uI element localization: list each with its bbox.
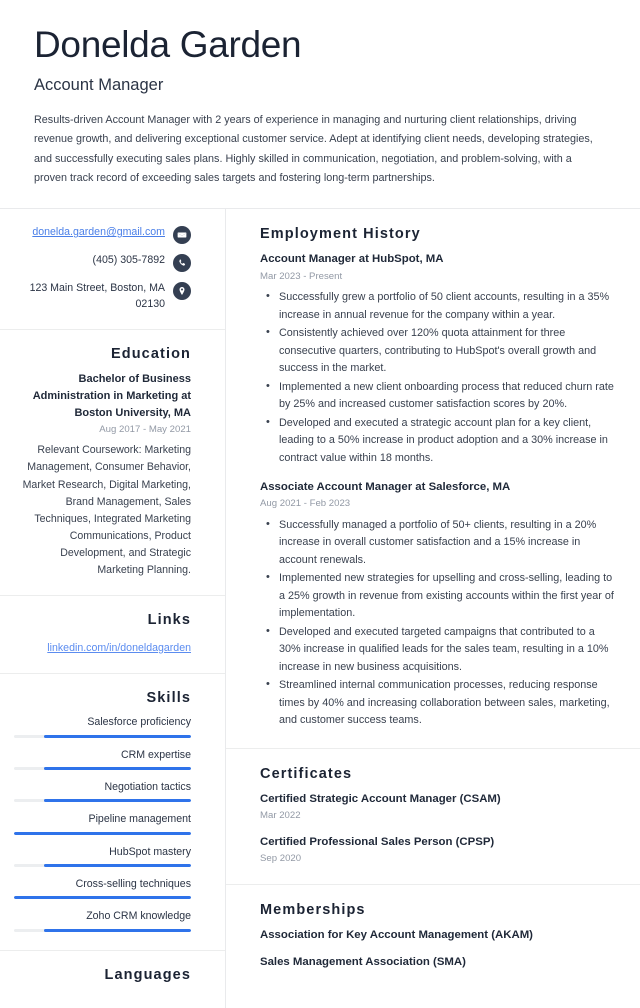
resume-body: donelda.garden@gmail.com (405) 305-7892 … (0, 209, 640, 1008)
location-pin-icon (173, 282, 191, 301)
skill-level-track (14, 928, 191, 932)
professional-summary: Results-driven Account Manager with 2 ye… (34, 114, 593, 184)
skill-level-fill (14, 831, 191, 835)
skill-item: CRM expertise (14, 748, 191, 770)
memberships-block: Memberships Association for Key Account … (226, 885, 640, 988)
skill-level-fill (44, 799, 191, 803)
education-section-title: Education (111, 345, 191, 362)
contact-email-row[interactable]: donelda.garden@gmail.com (14, 225, 191, 245)
contact-email-value[interactable]: donelda.garden@gmail.com (32, 225, 165, 241)
skill-item: Cross-selling techniques (14, 877, 191, 900)
list-item: Developed and executed targeted campaign… (266, 623, 614, 676)
links-block: Links linkedin.com/in/doneldagarden (0, 596, 225, 674)
list-item: Successfully grew a portfolio of 50 clie… (266, 288, 614, 324)
employment-entry-date: Aug 2021 - Feb 2023 (260, 498, 351, 510)
skill-level-track (14, 766, 191, 770)
contact-phone-value: (405) 305-7892 (92, 254, 165, 267)
employment-section-title: Employment History (260, 226, 421, 243)
skill-label: Negotiation tactics (104, 780, 191, 793)
resume-header: Donelda Garden Account Manager Results-d… (0, 0, 640, 208)
list-item: Successfully managed a portfolio of 50+ … (266, 516, 614, 569)
envelope-icon (173, 226, 191, 245)
list-item: Implemented new strategies for upselling… (266, 569, 614, 622)
memberships-section-title: Memberships (260, 901, 366, 918)
education-degree: Bachelor of Business Administration in M… (32, 373, 191, 419)
languages-block: Languages (0, 951, 225, 1008)
skill-item: Pipeline management (14, 812, 191, 835)
skill-level-fill (44, 928, 191, 932)
certificate-title: Certified Strategic Account Manager (CSA… (260, 793, 501, 806)
contact-phone-row[interactable]: (405) 305-7892 (14, 253, 191, 273)
contact-block: donelda.garden@gmail.com (405) 305-7892 … (0, 209, 225, 330)
skill-level-fill (14, 896, 191, 900)
skill-item: Zoho CRM knowledge (14, 909, 191, 932)
employment-entry-bullets: Successfully grew a portfolio of 50 clie… (260, 288, 614, 467)
resume-page: Donelda Garden Account Manager Results-d… (0, 0, 640, 1008)
employment-list: Account Manager at HubSpot, MA Mar 2023 -… (260, 252, 614, 729)
skill-level-track (14, 799, 191, 803)
certificate-date: Mar 2022 (260, 810, 301, 822)
employment-entry-title: Account Manager at HubSpot, MA (260, 253, 444, 266)
sidebar: donelda.garden@gmail.com (405) 305-7892 … (0, 209, 226, 1008)
contact-address-value: 123 Main Street, Boston, MA 02130 (29, 282, 165, 310)
link-item-linkedin[interactable]: linkedin.com/in/doneldagarden (47, 640, 191, 657)
phone-icon (173, 254, 191, 273)
membership-entry: Sales Management Association (SMA) (260, 956, 466, 969)
skill-level-track (14, 896, 191, 900)
education-block: Education Bachelor of Business Administr… (0, 330, 225, 597)
certificate-title: Certified Professional Sales Person (CPS… (260, 835, 495, 848)
list-item: Developed and executed a strategic accou… (266, 414, 614, 467)
skill-label: CRM expertise (120, 748, 191, 761)
contact-address-row: 123 Main Street, Boston, MA 02130 (14, 281, 191, 313)
memberships-list: Association for Key Account Management (… (260, 928, 614, 971)
skill-item: HubSpot mastery (14, 845, 191, 867)
certificates-section-title: Certificates (260, 765, 353, 782)
skill-label: Cross-selling techniques (75, 878, 191, 890)
skill-level-fill (44, 734, 191, 738)
skills-list: Salesforce proficiency CRM expertise Negot… (14, 715, 191, 932)
skill-level-track (14, 831, 191, 835)
certificate-entry: Certified Professional Sales Person (CPS… (260, 835, 614, 867)
skill-label: Salesforce proficiency (87, 716, 191, 729)
skills-section-title: Skills (146, 689, 191, 706)
certificates-list: Certified Strategic Account Manager (CSA… (260, 792, 614, 867)
skill-level-fill (44, 766, 191, 770)
job-title: Account Manager (34, 76, 164, 95)
page-title: Donelda Garden (34, 24, 302, 65)
certificate-entry: Certified Strategic Account Manager (CSA… (260, 792, 614, 824)
skill-item: Salesforce proficiency (14, 715, 191, 738)
list-item: Streamlined internal communication proce… (266, 676, 614, 729)
employment-entry-bullets: Successfully managed a portfolio of 50+ … (260, 516, 614, 730)
employment-entry-title: Associate Account Manager at Salesforce,… (260, 481, 511, 494)
main-content: Employment History Account Manager at Hu… (226, 209, 640, 1008)
skill-label: Zoho CRM knowledge (86, 910, 191, 923)
list-item: Implemented a new client onboarding proc… (266, 378, 614, 414)
list-item: Consistently achieved over 120% quota at… (266, 324, 614, 377)
skill-label: HubSpot mastery (109, 845, 191, 858)
links-section-title: Links (147, 612, 191, 629)
skill-level-track (14, 734, 191, 738)
skill-item: Negotiation tactics (14, 780, 191, 803)
languages-section-title: Languages (104, 966, 191, 983)
certificates-block: Certificates Certified Strategic Account… (226, 749, 640, 885)
employment-entry: Associate Account Manager at Salesforce,… (260, 480, 614, 730)
skill-level-fill (44, 864, 191, 867)
skill-label: Pipeline management (88, 813, 191, 826)
employment-entry-date: Mar 2023 - Present (260, 270, 343, 282)
skills-block: Skills Salesforce proficiency CRM experti… (0, 674, 225, 951)
employment-entry: Account Manager at HubSpot, MA Mar 2023 -… (260, 252, 614, 467)
skill-level-track (14, 864, 191, 867)
membership-entry: Association for Key Account Management (… (260, 929, 533, 941)
employment-block: Employment History Account Manager at Hu… (226, 209, 640, 749)
education-description: Relevant Coursework: Marketing Managemen… (22, 444, 191, 577)
education-date: Aug 2017 - May 2021 (99, 424, 191, 436)
certificate-date: Sep 2020 (260, 853, 302, 865)
